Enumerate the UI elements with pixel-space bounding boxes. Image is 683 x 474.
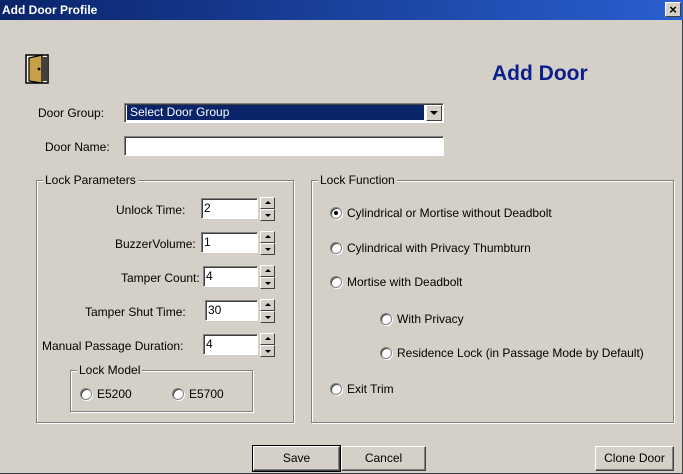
cancel-button[interactable]: Cancel <box>341 446 426 471</box>
lock-function-option-radio[interactable]: Cylindrical with Privacy Thumbturn <box>330 242 531 256</box>
radio-label: E5200 <box>97 387 132 401</box>
spin-up-icon[interactable] <box>260 231 275 243</box>
tamper-shut-time-label: Tamper Shut Time: <box>85 305 186 319</box>
radio-icon <box>330 207 342 219</box>
door-group-selected-value: Select Door Group <box>127 105 424 120</box>
manual-passage-duration-label: Manual Passage Duration: <box>42 339 184 353</box>
lock-model-title: Lock Model <box>77 363 143 377</box>
spin-down-icon[interactable] <box>260 243 275 255</box>
spin-up-icon[interactable] <box>260 265 275 277</box>
radio-label: Exit Trim <box>347 382 394 396</box>
radio-label: Cylindrical with Privacy Thumbturn <box>347 241 531 255</box>
add-door-profile-window: Add Door Profile × Add Door Door Group: … <box>0 0 683 474</box>
buzzer-volume-label: BuzzerVolume: <box>115 237 196 251</box>
chevron-down-icon[interactable] <box>426 105 442 121</box>
spin-down-icon[interactable] <box>260 277 275 289</box>
close-button[interactable]: × <box>665 2 681 17</box>
spin-up-icon[interactable] <box>260 333 275 345</box>
tamper-count-input[interactable]: 4 <box>203 266 258 287</box>
door-group-select[interactable]: Select Door Group <box>124 103 444 123</box>
lock-function-title: Lock Function <box>318 173 397 187</box>
spin-up-icon[interactable] <box>260 197 275 209</box>
radio-label: With Privacy <box>397 312 464 326</box>
spin-up-icon[interactable] <box>260 299 275 311</box>
spin-down-icon[interactable] <box>260 311 275 323</box>
radio-label: Mortise with Deadbolt <box>347 275 463 289</box>
radio-icon <box>330 276 342 288</box>
spin-down-icon[interactable] <box>260 209 275 221</box>
lock-model-e5700-radio[interactable]: E5700 <box>172 388 224 402</box>
radio-icon <box>330 242 342 254</box>
radio-icon <box>380 347 392 359</box>
buzzer-volume-input[interactable]: 1 <box>201 232 258 253</box>
door-name-label: Door Name: <box>45 140 110 154</box>
radio-icon <box>172 388 184 400</box>
unlock-time-input[interactable]: 2 <box>201 198 258 219</box>
radio-label: E5700 <box>189 387 224 401</box>
door-group-label: Door Group: <box>38 106 105 120</box>
manual-passage-duration-spinner[interactable] <box>260 333 275 357</box>
lock-function-option-radio[interactable]: Exit Trim <box>330 383 394 397</box>
lock-model-e5200-radio[interactable]: E5200 <box>80 388 132 402</box>
door-name-field[interactable] <box>124 136 444 156</box>
spin-down-icon[interactable] <box>260 345 275 357</box>
page-title: Add Door <box>492 62 588 85</box>
radio-label: Cylindrical or Mortise without Deadbolt <box>347 206 552 220</box>
unlock-time-spinner[interactable] <box>260 197 275 221</box>
radio-label: Residence Lock (in Passage Mode by Defau… <box>397 346 644 360</box>
title-bar[interactable]: Add Door Profile × <box>0 0 683 20</box>
radio-icon <box>380 313 392 325</box>
buzzer-volume-spinner[interactable] <box>260 231 275 255</box>
lock-function-option-radio[interactable]: With Privacy <box>380 313 464 327</box>
tamper-count-label: Tamper Count: <box>121 271 200 285</box>
tamper-count-spinner[interactable] <box>260 265 275 289</box>
unlock-time-label: Unlock Time: <box>116 203 186 217</box>
lock-function-option-radio[interactable]: Mortise with Deadbolt <box>330 276 462 290</box>
lock-function-option-radio[interactable]: Residence Lock (in Passage Mode by Defau… <box>380 347 644 361</box>
radio-icon <box>330 383 342 395</box>
window-title: Add Door Profile <box>2 3 98 17</box>
tamper-shut-time-input[interactable]: 30 <box>205 300 258 321</box>
tamper-shut-time-spinner[interactable] <box>260 299 275 323</box>
lock-function-option-radio[interactable]: Cylindrical or Mortise without Deadbolt <box>330 207 552 221</box>
close-icon: × <box>669 2 677 17</box>
manual-passage-duration-input[interactable]: 4 <box>203 334 258 355</box>
door-icon <box>25 54 49 84</box>
lock-parameters-title: Lock Parameters <box>43 173 138 187</box>
save-button[interactable]: Save <box>252 445 341 472</box>
clone-door-button[interactable]: Clone Door <box>595 446 674 471</box>
radio-icon <box>80 388 92 400</box>
